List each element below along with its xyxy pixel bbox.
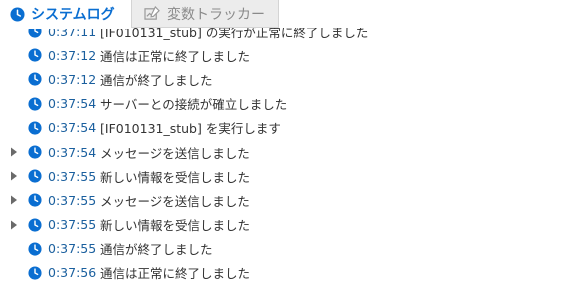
active-tab-indicator xyxy=(0,27,130,29)
log-row[interactable]: 0:37:55 新しい情報を受信しました xyxy=(0,164,565,188)
clock-icon xyxy=(28,97,42,111)
expand-arrow-icon[interactable] xyxy=(0,220,28,230)
log-message: [IF010131_stub] を実行します xyxy=(100,121,281,137)
tab-bar: システムログ 変数トラッカー xyxy=(0,0,565,29)
log-time: 0:37:12 xyxy=(48,71,97,87)
log-message: 通信は正常に終了しました xyxy=(100,266,251,282)
log-row: 0:37:54 [IF010131_stub] を実行します xyxy=(0,116,565,140)
log-time: 0:37:54 xyxy=(48,120,97,136)
log-time: 0:37:11 xyxy=(48,28,97,39)
log-time: 0:37:55 xyxy=(48,192,97,208)
expand-arrow-icon[interactable] xyxy=(0,147,28,157)
log-row[interactable]: 0:37:55 メッセージを送信しました xyxy=(0,188,565,212)
clock-icon xyxy=(28,218,42,232)
clock-icon xyxy=(28,145,42,159)
clock-icon xyxy=(28,72,42,87)
expand-arrow-icon[interactable] xyxy=(0,171,28,181)
log-message: 新しい情報を受信しました xyxy=(100,169,251,185)
clock-icon xyxy=(28,266,42,280)
tab-label: システムログ xyxy=(31,7,115,23)
log-message: 通信は正常に終了しました xyxy=(100,48,251,64)
log-time: 0:37:54 xyxy=(48,96,97,112)
log-row: 0:37:11 [IF010131_stub] の実行が正常に終了しました xyxy=(0,28,565,43)
log-time: 0:37:55 xyxy=(48,168,97,184)
log-time: 0:37:56 xyxy=(48,265,97,281)
log-row: 0:37:55 通信が終了しました xyxy=(0,237,565,261)
clock-icon xyxy=(28,242,42,256)
log-list: 0:37:11 [IF010131_stub] の実行が正常に終了しました 0:37… xyxy=(0,28,565,285)
clock-icon xyxy=(28,193,42,207)
clock-icon xyxy=(10,6,25,22)
log-row: 0:37:54 サーバーとの接続が確立しました xyxy=(0,92,565,116)
log-time: 0:37:55 xyxy=(48,217,97,233)
log-message: 通信が終了しました xyxy=(100,72,213,88)
log-time: 0:37:55 xyxy=(48,241,97,257)
log-row: 0:37:12 通信が終了しました xyxy=(0,67,565,91)
system-log-panel[interactable]: 0:37:11 [IF010131_stub] の実行が正常に終了しました 0:37… xyxy=(0,28,565,295)
tab-variable-tracker[interactable]: 変数トラッカー xyxy=(131,0,279,28)
log-time: 0:37:12 xyxy=(48,47,97,63)
log-row: 0:37:56 通信は正常に終了しました xyxy=(0,261,565,285)
log-row[interactable]: 0:37:54 メッセージを送信しました xyxy=(0,140,565,164)
log-row: 0:37:12 通信は正常に終了しました xyxy=(0,43,565,67)
log-message: メッセージを送信しました xyxy=(100,145,250,161)
log-message: サーバーとの接続が確立しました xyxy=(100,97,288,113)
tab-label: 変数トラッカー xyxy=(167,6,265,23)
clock-icon xyxy=(28,121,42,135)
tab-system-log[interactable]: システムログ xyxy=(0,0,130,28)
log-message: 通信が終了しました xyxy=(100,242,213,258)
log-message: 新しい情報を受信しました xyxy=(100,218,251,234)
expand-arrow-icon[interactable] xyxy=(0,195,28,205)
log-row[interactable]: 0:37:55 新しい情報を受信しました xyxy=(0,213,565,237)
clock-icon xyxy=(28,48,42,62)
log-message: メッセージを送信しました xyxy=(100,193,250,209)
log-message: [IF010131_stub] の実行が正常に終了しました xyxy=(100,28,369,40)
edit-chart-icon xyxy=(144,6,160,20)
clock-icon xyxy=(28,28,42,38)
clock-icon xyxy=(28,169,42,183)
log-time: 0:37:54 xyxy=(48,144,97,160)
